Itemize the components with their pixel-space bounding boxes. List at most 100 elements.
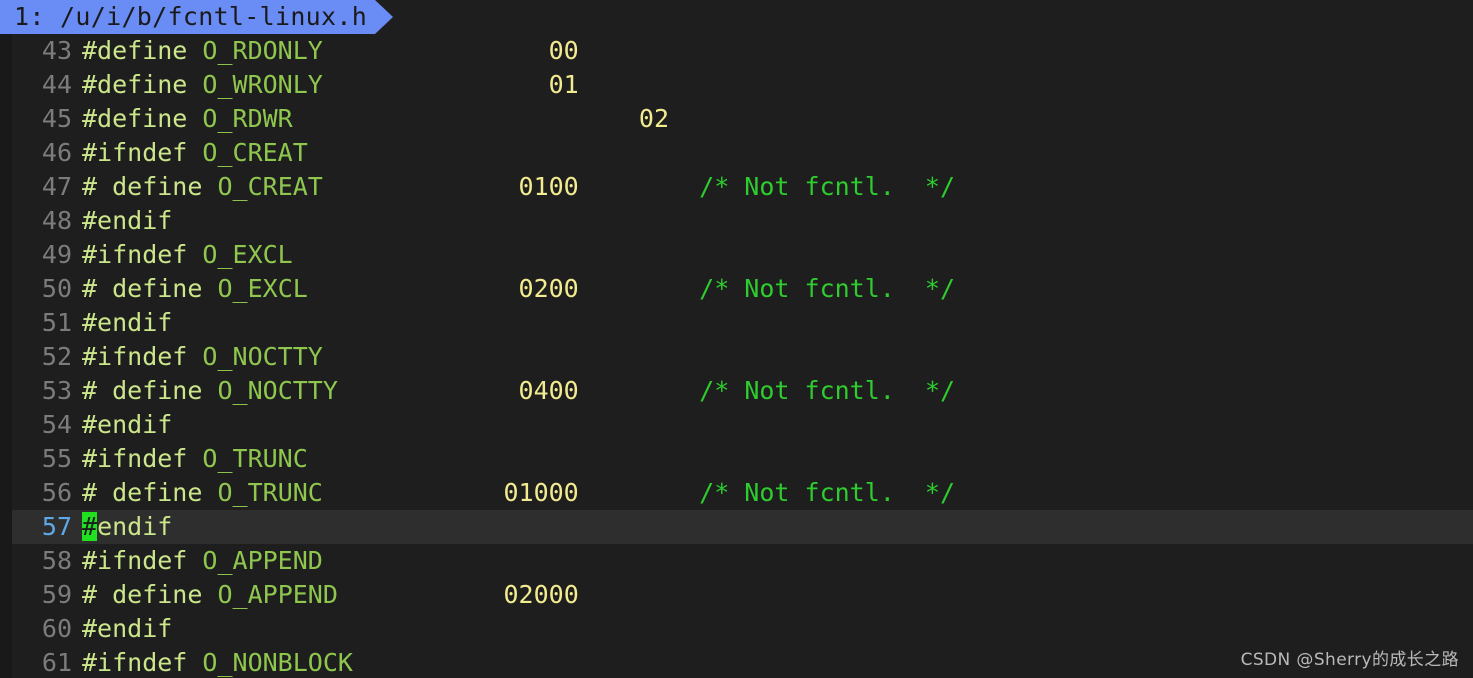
token-cmt: /* Not fcntl. */ — [699, 274, 956, 303]
token-id: O_NOCTTY — [202, 342, 323, 371]
code-text: #define O_RDWR 02 — [82, 104, 669, 133]
token-num: 0400 — [518, 376, 579, 405]
line-number: 51 — [41, 308, 72, 337]
line-number: 43 — [41, 36, 72, 65]
tabline: 1: /u/i/b/fcntl-linux.h — [0, 0, 1473, 34]
token-pre: #ifndef — [82, 648, 188, 677]
text-cursor: # — [82, 512, 98, 541]
token-pre: #define — [82, 70, 188, 99]
token-num: 00 — [548, 36, 579, 65]
token-pre: #endif — [82, 614, 173, 643]
token-id: O_CREAT — [202, 138, 308, 167]
code-text: #ifndef O_APPEND — [82, 546, 323, 575]
token-pre: #define — [82, 36, 188, 65]
code-line[interactable]: 47 # define O_CREAT 0100 /* Not fcntl. */ — [0, 170, 1473, 204]
code-line[interactable]: 49 #ifndef O_EXCL — [0, 238, 1473, 272]
token-pre: #ifndef — [82, 138, 188, 167]
token-pre: #ifndef — [82, 546, 188, 575]
code-line[interactable]: 53 # define O_NOCTTY 0400 /* Not fcntl. *… — [0, 374, 1473, 408]
tab-label: 1: /u/i/b/fcntl-linux.h — [14, 2, 368, 31]
code-line[interactable]: 44 #define O_WRONLY 01 — [0, 68, 1473, 102]
tab-fcntl-linux-h[interactable]: 1: /u/i/b/fcntl-linux.h — [0, 0, 394, 34]
line-number: 61 — [41, 648, 72, 677]
line-number: 47 — [41, 172, 72, 201]
token-num: 01 — [548, 70, 579, 99]
code-text: # define O_NOCTTY 0400 /* Not fcntl. */ — [82, 376, 955, 405]
code-line[interactable]: 57 #endif — [0, 510, 1473, 544]
token-pre: # define — [82, 580, 203, 609]
line-number: 46 — [41, 138, 72, 167]
code-text: # define O_CREAT 0100 /* Not fcntl. */ — [82, 172, 955, 201]
token-num: 02 — [638, 104, 670, 133]
code-buffer[interactable]: 43 #define O_RDONLY 00 44 #define O_WRONLY … — [0, 34, 1473, 678]
code-line[interactable]: 55 #ifndef O_TRUNC — [0, 442, 1473, 476]
code-text: #endif — [82, 308, 172, 337]
code-line[interactable]: 45 #define O_RDWR 02 — [0, 102, 1473, 136]
token-id: O_NOCTTY — [217, 376, 338, 405]
code-lines[interactable]: 43 #define O_RDONLY 00 44 #define O_WRONLY … — [0, 34, 1473, 678]
token-num: 0200 — [518, 274, 579, 303]
code-text: #endif — [82, 614, 172, 643]
token-pre: # define — [82, 274, 203, 303]
line-number: 52 — [41, 342, 72, 371]
code-line[interactable]: 50 # define O_EXCL 0200 /* Not fcntl. */ — [0, 272, 1473, 306]
code-line[interactable]: 60 #endif — [0, 612, 1473, 646]
token-pre: # define — [82, 376, 203, 405]
token-id: O_CREAT — [217, 172, 323, 201]
code-line[interactable]: 61 #ifndef O_NONBLOCK — [0, 646, 1473, 678]
token-cmt: /* Not fcntl. */ — [699, 478, 956, 507]
code-line[interactable]: 59 # define O_APPEND 02000 — [0, 578, 1473, 612]
code-text: # define O_EXCL 0200 /* Not fcntl. */ — [82, 274, 955, 303]
code-text: #ifndef O_NONBLOCK — [82, 648, 353, 677]
token-num: 01000 — [503, 478, 579, 507]
code-line[interactable]: 51 #endif — [0, 306, 1473, 340]
line-number: 54 — [41, 410, 72, 439]
code-line[interactable]: 56 # define O_TRUNC 01000 /* Not fcntl. *… — [0, 476, 1473, 510]
line-number: 55 — [41, 444, 72, 473]
token-id: O_RDONLY — [202, 36, 323, 65]
line-number: 45 — [41, 104, 72, 133]
token-pre: #define — [82, 104, 188, 133]
code-line[interactable]: 54 #endif — [0, 408, 1473, 442]
code-line[interactable]: 46 #ifndef O_CREAT — [0, 136, 1473, 170]
code-line[interactable]: 58 #ifndef O_APPEND — [0, 544, 1473, 578]
token-pre: #ifndef — [82, 342, 188, 371]
line-number: 56 — [41, 478, 72, 507]
code-line[interactable]: 48 #endif — [0, 204, 1473, 238]
line-number: 50 — [41, 274, 72, 303]
token-pre: #ifndef — [82, 240, 188, 269]
line-number: 59 — [41, 580, 72, 609]
token-pre: #ifndef — [82, 444, 188, 473]
code-text: #endif — [82, 410, 172, 439]
token-id: O_WRONLY — [202, 70, 323, 99]
token-id: O_NONBLOCK — [202, 648, 353, 677]
line-number: 60 — [41, 614, 72, 643]
token-pre: endif — [97, 512, 173, 541]
code-text: #define O_RDONLY 00 — [82, 36, 579, 65]
code-line[interactable]: 52 #ifndef O_NOCTTY — [0, 340, 1473, 374]
tab-arrow-icon — [375, 0, 394, 34]
token-pre: #endif — [82, 308, 173, 337]
token-id: O_EXCL — [217, 274, 308, 303]
token-num: 02000 — [503, 580, 579, 609]
line-number: 53 — [41, 376, 72, 405]
token-cmt: /* Not fcntl. */ — [699, 376, 956, 405]
token-id: O_EXCL — [202, 240, 293, 269]
code-line[interactable]: 43 #define O_RDONLY 00 — [0, 34, 1473, 68]
